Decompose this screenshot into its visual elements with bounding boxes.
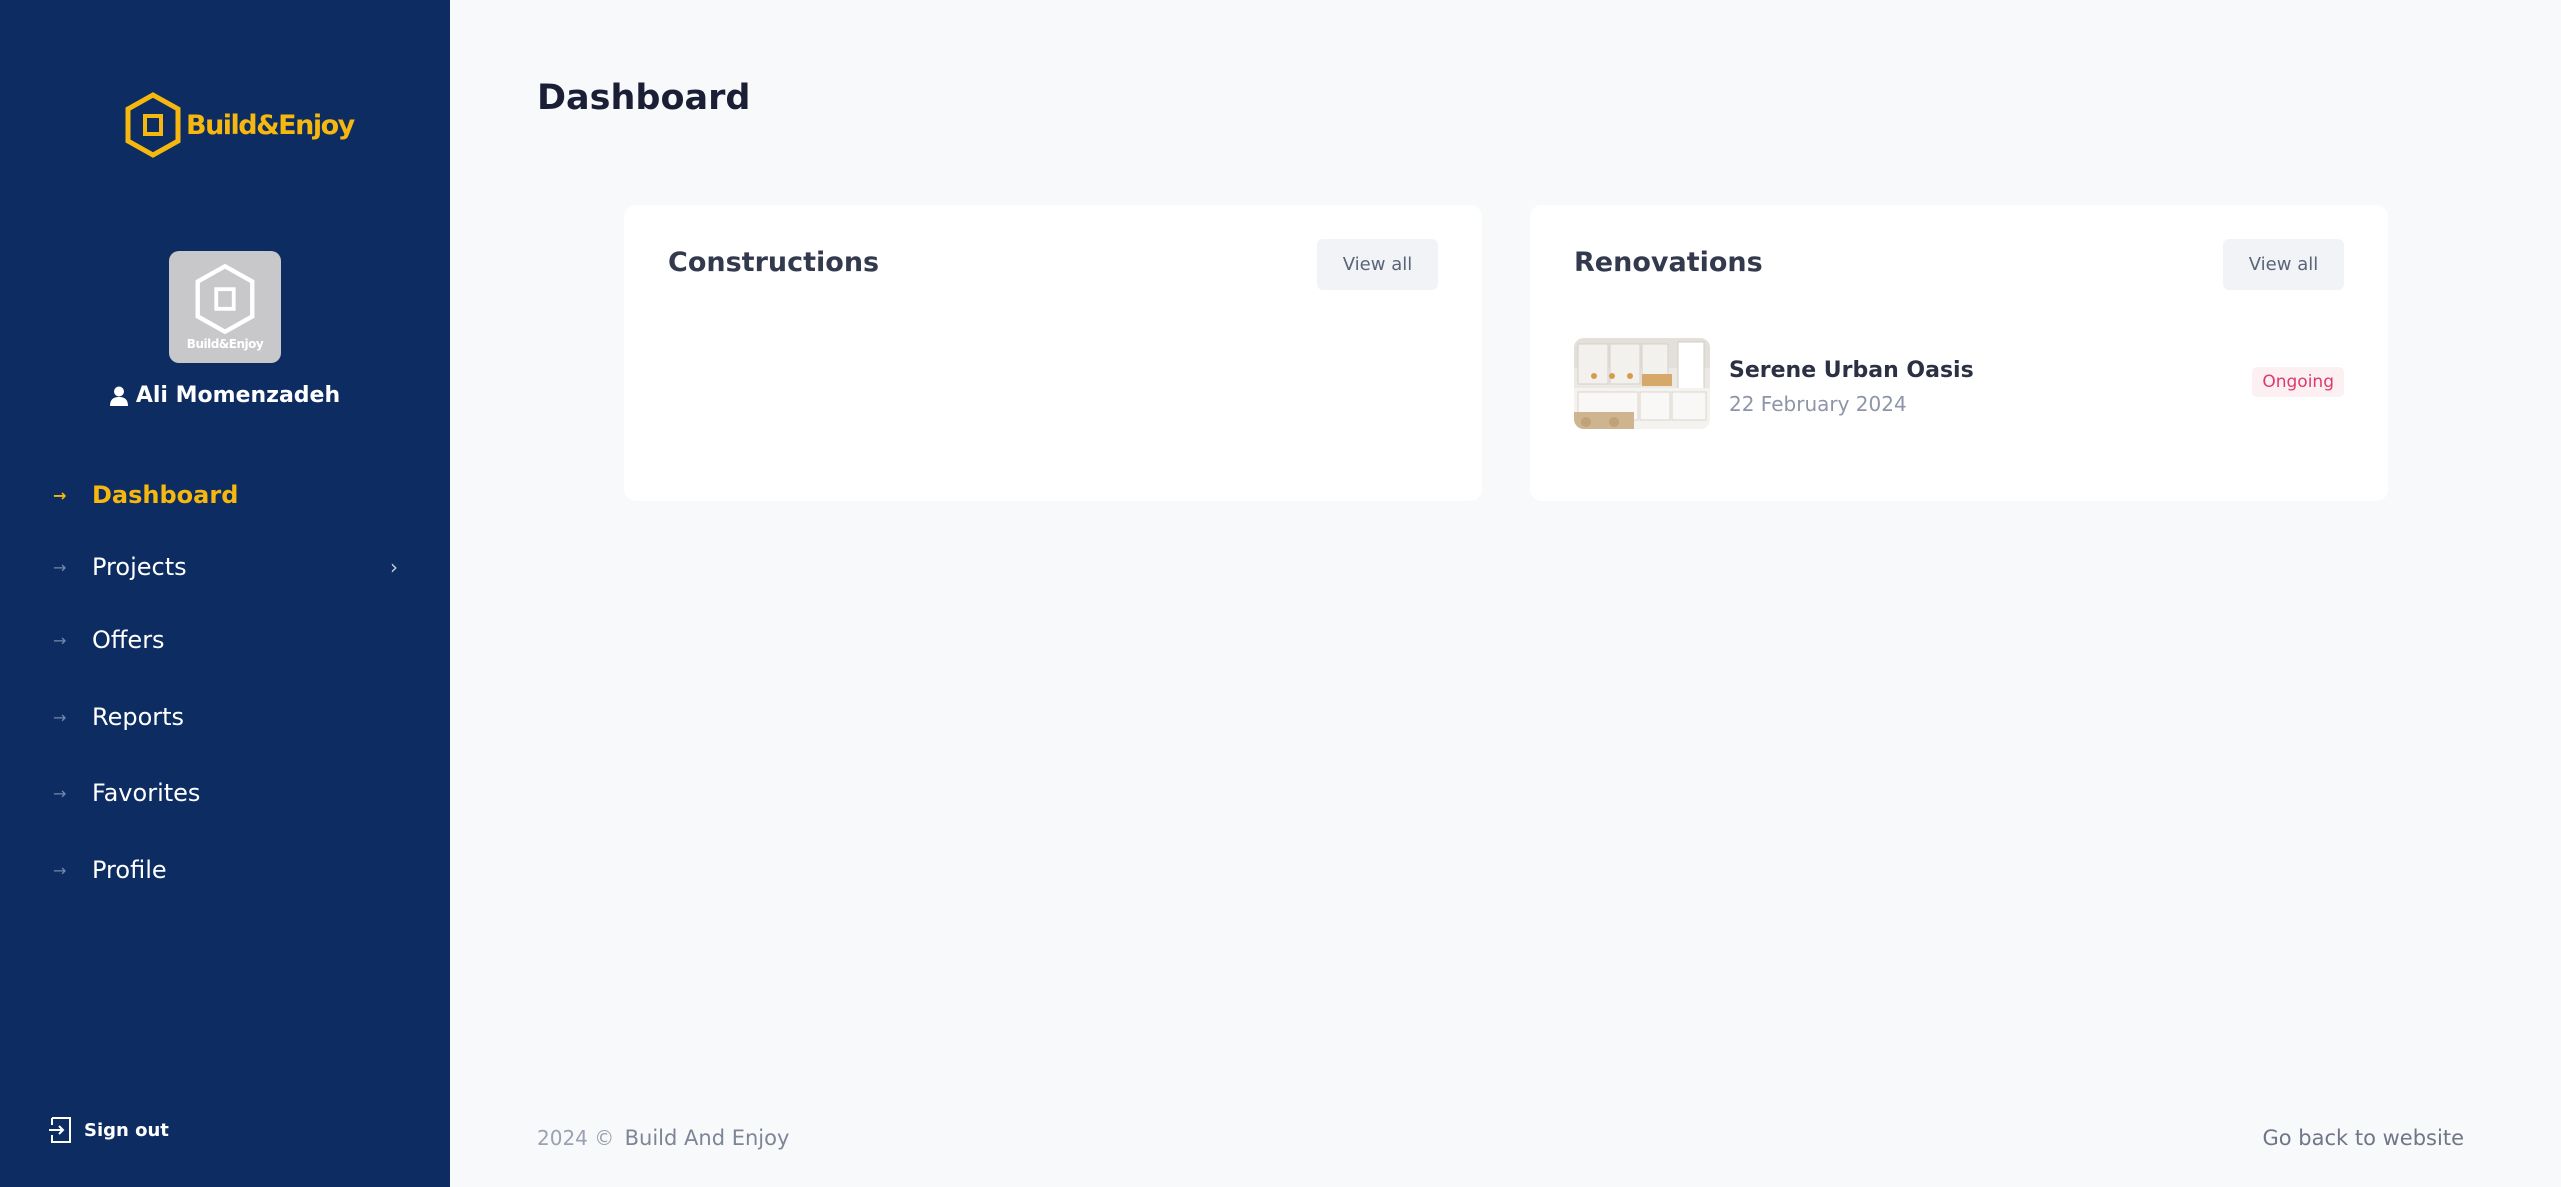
sidebar: Build&Enjoy Build&Enjoy Ali Momenzadeh →… xyxy=(0,0,450,1187)
user-icon xyxy=(109,386,128,406)
project-name[interactable]: Serene Urban Oasis xyxy=(1729,358,1974,383)
sidebar-item-label: Profile xyxy=(92,856,167,884)
renovations-card: Renovations View all Serene Urban Oasis … xyxy=(1530,205,2388,501)
arrow-right-icon: → xyxy=(53,707,67,727)
arrow-right-icon: → xyxy=(53,783,67,803)
sidebar-item-projects[interactable]: → Projects › xyxy=(0,542,450,592)
sign-out-icon xyxy=(49,1117,71,1143)
chevron-right-icon: › xyxy=(390,555,398,579)
sidebar-item-profile[interactable]: → Profile xyxy=(0,845,450,895)
back-to-website-link[interactable]: Go back to website xyxy=(2263,1126,2465,1150)
page-title: Dashboard xyxy=(537,78,751,118)
sidebar-item-label: Favorites xyxy=(92,779,201,807)
house-hexagon-icon xyxy=(195,263,255,335)
sidebar-item-label: Dashboard xyxy=(92,481,239,509)
sidebar-item-label: Offers xyxy=(92,626,165,654)
footer-copyright: 2024 © Build And Enjoy xyxy=(537,1126,789,1150)
sidebar-item-favorites[interactable]: → Favorites xyxy=(0,768,450,818)
project-thumbnail[interactable] xyxy=(1574,338,1710,429)
card-title: Renovations xyxy=(1574,247,1763,278)
signout-label: Sign out xyxy=(84,1119,169,1141)
sidebar-item-offers[interactable]: → Offers xyxy=(0,615,450,665)
avatar-logo-text: Build&Enjoy xyxy=(186,337,264,351)
footer-brand: Build And Enjoy xyxy=(624,1126,790,1150)
kitchen-image xyxy=(1574,338,1710,429)
house-hexagon-icon xyxy=(125,92,181,158)
copyright-text: 2024 © xyxy=(537,1126,615,1150)
user-name-label: Ali Momenzadeh xyxy=(135,383,341,408)
brand-logo[interactable]: Build&Enjoy xyxy=(124,92,355,158)
arrow-right-icon: → xyxy=(53,485,67,505)
list-item[interactable]: Serene Urban Oasis 22 February 2024 Ongo… xyxy=(1574,338,2344,430)
view-all-renovations-button[interactable]: View all xyxy=(2223,239,2344,290)
view-all-constructions-button[interactable]: View all xyxy=(1317,239,1438,290)
card-title: Constructions xyxy=(668,247,880,278)
arrow-right-icon: → xyxy=(53,860,67,880)
logo-text: Build&Enjoy xyxy=(186,109,355,141)
signout-button[interactable]: Sign out xyxy=(48,1116,169,1144)
sidebar-item-reports[interactable]: → Reports xyxy=(0,692,450,742)
sidebar-item-label: Projects xyxy=(92,553,187,581)
avatar[interactable]: Build&Enjoy xyxy=(169,251,281,363)
sidebar-item-label: Reports xyxy=(92,703,185,731)
constructions-card: Constructions View all xyxy=(624,205,1482,501)
arrow-right-icon: → xyxy=(53,557,67,577)
status-badge: Ongoing xyxy=(2252,367,2344,397)
sidebar-item-dashboard[interactable]: → Dashboard xyxy=(0,470,450,520)
project-date: 22 February 2024 xyxy=(1729,392,1907,416)
arrow-right-icon: → xyxy=(53,630,67,650)
user-name: Ali Momenzadeh xyxy=(0,383,450,408)
